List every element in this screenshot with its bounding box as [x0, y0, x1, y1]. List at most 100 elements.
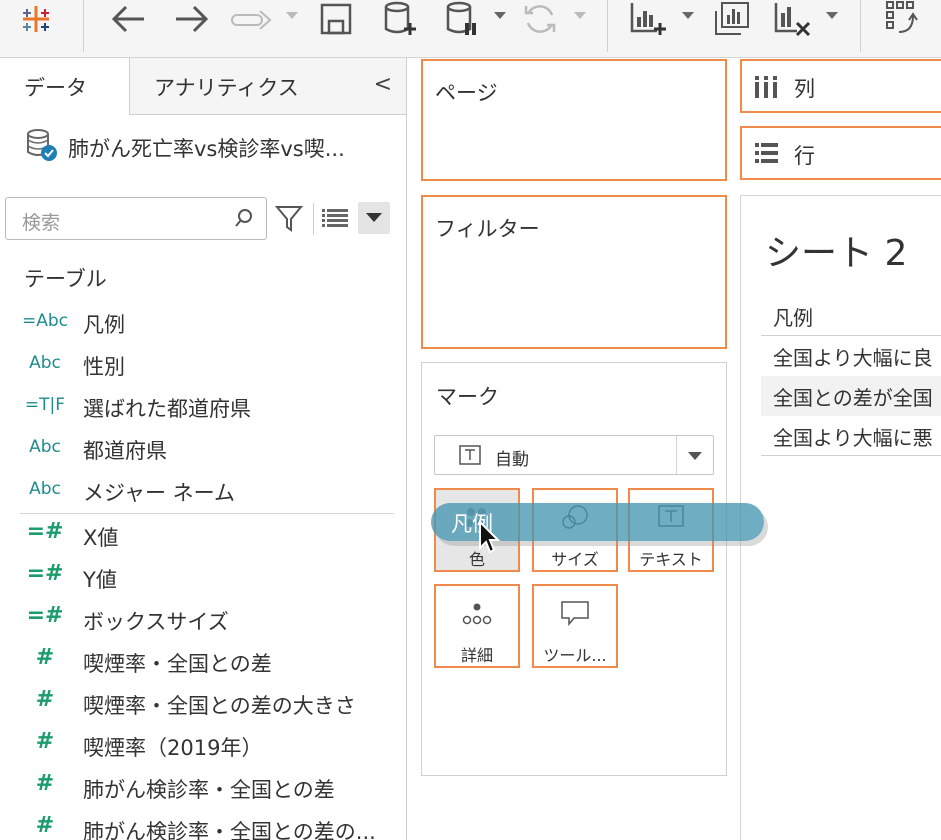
field-label: X値 [83, 526, 119, 550]
detail-mark-button[interactable]: 詳細 [434, 584, 520, 668]
field-item[interactable]: Abc 性別 [0, 344, 400, 384]
pause-dropdown-icon[interactable] [494, 12, 506, 19]
measure-type-icon: # [35, 687, 55, 712]
list-view-icon[interactable] [322, 208, 348, 232]
redo-dropdown-icon[interactable] [286, 12, 298, 19]
worksheet-view: シート 2 凡例 全国より大幅に良 全国との差が全国 全国より大幅に悪 [740, 195, 941, 840]
refresh-dropdown-icon[interactable] [574, 12, 586, 19]
field-label: 性別 [83, 355, 125, 379]
clear-sheet-dropdown-icon[interactable] [826, 12, 838, 19]
field-label: 肺がん検診率・全国との差の... [83, 820, 376, 840]
pause-datasource-icon[interactable] [444, 0, 480, 38]
field-item[interactable]: # 喫煙率（2019年） [0, 725, 400, 765]
boolean-type-icon: =T|F [24, 395, 66, 415]
mark-type-divider [676, 436, 677, 474]
tooltip-mark-button[interactable]: ツール... [532, 584, 618, 668]
field-item[interactable]: Abc 都道府県 [0, 428, 400, 468]
tab-data[interactable]: データ [0, 58, 130, 115]
field-label: 喫煙率（2019年） [83, 736, 263, 760]
new-worksheet-dropdown-icon[interactable] [682, 12, 694, 19]
pages-shelf-title: ページ [435, 81, 498, 105]
detail-mark-label: 詳細 [460, 646, 493, 665]
datasource-item[interactable]: 肺がん死亡率vs検診率vs喫... [24, 128, 345, 167]
swap-icon[interactable] [882, 0, 922, 38]
filters-shelf-title: フィルター [435, 217, 540, 241]
tooltip-icon [534, 600, 616, 628]
field-item[interactable]: =# ボックスサイズ [0, 599, 400, 639]
field-label: 喫煙率・全国との差の大きさ [83, 694, 356, 718]
columns-icon [754, 75, 778, 103]
tables-heading: テーブル [24, 267, 107, 291]
tooltip-mark-label: ツール... [543, 646, 607, 665]
text-mark-label: テキスト [639, 550, 703, 569]
field-item[interactable]: =# Y値 [0, 557, 400, 597]
toolbar-divider [313, 203, 314, 235]
data-pane: データ アナリティクス < 肺がん死亡率vs検診率vs喫... 検索 テーブル … [0, 58, 407, 840]
field-item[interactable]: # 喫煙率・全国との差 [0, 641, 400, 681]
field-item[interactable]: =# X値 [0, 515, 400, 555]
refresh-icon[interactable] [520, 0, 560, 38]
tab-analytics[interactable]: アナリティクス < [130, 58, 406, 115]
chevron-down-icon [688, 452, 702, 460]
measure-type-icon: # [35, 771, 55, 796]
measure-type-icon: # [35, 729, 55, 754]
redo-icon[interactable] [230, 0, 274, 38]
collapse-pane-icon[interactable]: < [374, 72, 392, 97]
table-row[interactable]: 全国より大幅に良 [761, 336, 941, 376]
new-datasource-icon[interactable] [380, 0, 420, 38]
field-item[interactable]: # 肺がん検診率・全国との差 [0, 767, 400, 807]
filter-icon[interactable] [274, 204, 304, 236]
forward-icon[interactable] [172, 0, 212, 38]
rows-shelf-label: 行 [794, 144, 815, 168]
field-item[interactable]: Abc メジャー ネーム [0, 470, 400, 510]
string-type-icon: =Abc [21, 311, 68, 331]
field-label: ボックスサイズ [83, 610, 229, 634]
save-icon[interactable] [318, 0, 354, 38]
mouse-cursor-icon [478, 519, 504, 560]
search-input[interactable]: 検索 [5, 197, 267, 240]
sheet-title[interactable]: シート 2 [765, 224, 907, 276]
tableau-logo-icon[interactable] [18, 0, 54, 38]
legend-table-header[interactable]: 凡例 [761, 296, 941, 336]
search-placeholder: 検索 [22, 212, 61, 234]
field-item[interactable]: =T|F 選ばれた都道府県 [0, 386, 400, 426]
search-icon [234, 208, 254, 233]
rows-shelf[interactable]: 行 [740, 126, 941, 180]
table-row[interactable]: 全国との差が全国 [761, 376, 941, 416]
measure-type-icon: # [35, 645, 55, 670]
field-item[interactable]: # 肺がん検診率・全国との差の... [0, 809, 400, 840]
field-label: Y値 [83, 568, 117, 592]
clear-sheet-icon[interactable] [772, 0, 812, 38]
measure-type-icon: =# [26, 603, 64, 628]
new-worksheet-icon[interactable] [628, 0, 668, 38]
rows-icon [754, 142, 778, 168]
detail-icon [436, 600, 518, 628]
columns-shelf[interactable]: 列 [740, 59, 941, 113]
color-mark-label: 色 [468, 550, 485, 569]
text-mark-icon [459, 445, 481, 469]
field-label: 肺がん検診率・全国との差 [83, 778, 335, 802]
toolbar [0, 0, 941, 58]
table-row[interactable]: 全国より大幅に悪 [761, 416, 941, 456]
measure-type-icon: =# [26, 519, 64, 544]
dimension-measure-divider [20, 513, 394, 514]
datasource-icon [24, 128, 58, 167]
pages-shelf[interactable]: ページ [421, 59, 727, 181]
duplicate-sheet-icon[interactable] [712, 0, 752, 38]
filters-shelf[interactable]: フィルター [421, 195, 727, 349]
measure-type-icon: # [35, 813, 55, 838]
string-type-icon: Abc [29, 353, 61, 373]
back-icon[interactable] [108, 0, 148, 38]
mark-type-label: 自動 [495, 450, 529, 470]
tab-analytics-label: アナリティクス [154, 76, 299, 100]
field-item[interactable]: # 喫煙率・全国との差の大きさ [0, 683, 400, 723]
field-label: 選ばれた都道府県 [83, 397, 251, 421]
pane-menu-dropdown-icon[interactable] [358, 202, 390, 234]
field-label: 都道府県 [83, 439, 167, 463]
field-item[interactable]: =Abc 凡例 [0, 302, 400, 342]
mark-type-dropdown[interactable]: 自動 [434, 435, 714, 475]
field-label: 喫煙率・全国との差 [83, 652, 272, 676]
string-type-icon: Abc [29, 437, 61, 457]
field-label: メジャー ネーム [83, 481, 235, 505]
measure-type-icon: =# [26, 561, 64, 586]
